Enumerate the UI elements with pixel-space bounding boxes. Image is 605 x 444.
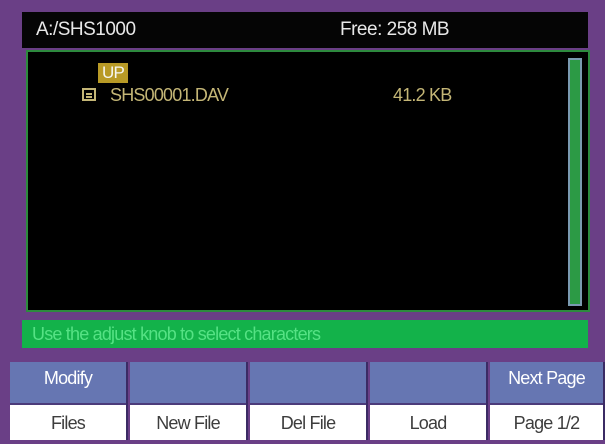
page-indicator-button[interactable]: Page 1/2 <box>490 403 603 440</box>
soft-key-title: Modify <box>43 368 93 388</box>
free-space: Free: 258 MB <box>340 19 450 40</box>
scrollbar[interactable] <box>568 58 582 306</box>
soft-key-next-page[interactable]: Next Page Page 1/2 <box>490 362 605 440</box>
new-file-button[interactable]: New File <box>130 403 246 440</box>
file-icon <box>82 88 96 101</box>
del-file-button[interactable]: Del File <box>250 403 366 440</box>
soft-key-bar: Modify Files New File Del File Load Next… <box>10 362 605 440</box>
status-message: Use the adjust knob to select characters <box>22 320 588 348</box>
next-page-label: Next Page <box>508 368 586 388</box>
oscilloscope-screen: A:/SHS1000 Free: 258 MB UP SHS00001.DAV … <box>0 0 605 444</box>
load-button[interactable]: Load <box>370 403 486 440</box>
up-label: UP <box>98 63 129 83</box>
current-path: A:/SHS1000 <box>36 19 136 40</box>
header-bar: A:/SHS1000 Free: 258 MB <box>22 12 588 48</box>
soft-key-load[interactable]: Load <box>370 362 488 440</box>
soft-key-del-file[interactable]: Del File <box>250 362 368 440</box>
file-browser: UP SHS00001.DAV 41.2 KB <box>26 50 590 312</box>
files-button[interactable]: Files <box>10 403 126 440</box>
file-size: 41.2 KB <box>393 85 452 105</box>
soft-key-new-file[interactable]: New File <box>130 362 248 440</box>
file-name: SHS00001.DAV <box>110 85 229 105</box>
soft-key-modify[interactable]: Modify Files <box>10 362 128 440</box>
